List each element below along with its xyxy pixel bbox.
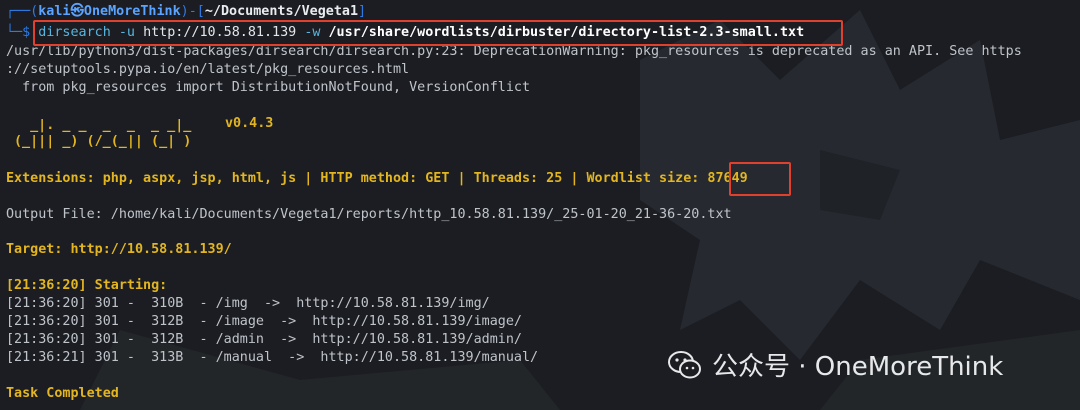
method-label: HTTP method:	[320, 171, 418, 186]
prompt-separator: )-[	[180, 4, 205, 19]
threads-value: 25	[546, 171, 563, 186]
prompt-user-host: kali㉿OneMoreThink	[38, 4, 181, 19]
task-completed-line: Task Completed	[6, 386, 119, 401]
extensions-label: Extensions:	[6, 171, 95, 186]
result-row: [21:36:20] 301 - 310B - /img -> http://1…	[6, 296, 490, 311]
method-value: GET	[425, 171, 450, 186]
output-file-line: Output File: /home/kali/Documents/Vegeta…	[6, 207, 732, 222]
threads-label: Threads:	[473, 171, 539, 186]
prompt-corner: ┌──(	[6, 4, 39, 19]
result-row: [21:36:20] 301 - 312B - /image -> http:/…	[6, 314, 522, 329]
command-highlight-box	[33, 20, 843, 46]
config-line: Extensions: php, aspx, jsp, html, js | H…	[6, 171, 748, 186]
result-row: [21:36:21] 301 - 313B - /manual -> http:…	[6, 350, 539, 365]
warning-line: from pkg_resources import DistributionNo…	[6, 80, 531, 95]
watermark: 公众号 · OneMoreThink	[668, 346, 1003, 383]
watermark-text: 公众号 · OneMoreThink	[712, 352, 1004, 382]
prompt-line: ┌──(kali㉿OneMoreThink)-[~/Documents/Vege…	[6, 3, 366, 21]
target-value: http://10.58.81.139/	[70, 242, 232, 257]
extensions-value: php, aspx, jsp, html, js	[102, 171, 297, 186]
wordlist-size-highlight-box	[729, 162, 791, 196]
target-line: Target: http://10.58.81.139/	[6, 241, 232, 259]
warning-line: ://setuptools.pypa.io/en/latest/pkg_reso…	[6, 62, 410, 77]
prompt-cwd: ~/Documents/Vegeta1	[204, 4, 359, 19]
prompt-close: ]	[358, 4, 367, 19]
target-label: Target:	[6, 242, 63, 257]
result-row: [21:36:20] 301 - 312B - /admin -> http:/…	[6, 332, 522, 347]
dirsearch-ascii-logo: _|. _ _ _ _ _ _|_ (_||| _) (/_(_|| (_| )	[14, 118, 192, 149]
wordlist-size-label: Wordlist size:	[586, 171, 700, 186]
version-label: v0.4.3	[225, 116, 274, 131]
wechat-icon	[668, 350, 701, 378]
starting-line: [21:36:20] Starting:	[6, 278, 168, 293]
